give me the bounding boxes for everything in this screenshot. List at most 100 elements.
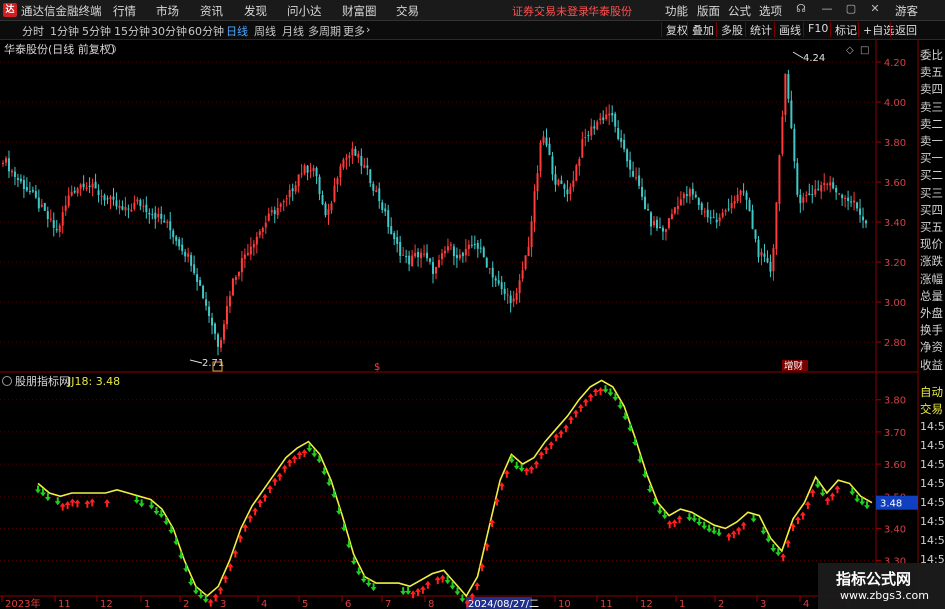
candle-body: [679, 199, 682, 206]
candle-body: [437, 260, 440, 268]
side-panel-label: 卖五: [920, 65, 943, 80]
candle-body: [763, 253, 766, 257]
candle-body: [243, 254, 246, 259]
candle-body: [115, 200, 118, 207]
period-more[interactable]: 更多: [343, 23, 365, 39]
menu-options[interactable]: 选项: [759, 3, 782, 19]
candle-body: [467, 244, 470, 250]
period-daily[interactable]: 日线: [226, 23, 248, 39]
candle-body: [865, 220, 868, 224]
candle-body: [664, 229, 667, 232]
candle-body: [172, 230, 175, 238]
menu-wealth[interactable]: 财富圈: [342, 3, 377, 19]
trade-toggle[interactable]: 交易: [920, 401, 943, 417]
close-icon[interactable]: ✕: [868, 2, 882, 16]
candle-body: [133, 202, 136, 209]
candle-body: [841, 194, 844, 199]
period-monthly[interactable]: 月线: [282, 23, 304, 39]
period-60min[interactable]: 60分钟: [188, 23, 224, 39]
menu-layout[interactable]: 版面: [697, 3, 720, 19]
menu-market[interactable]: 市场: [156, 3, 179, 19]
menu-ask[interactable]: 问小达: [287, 3, 322, 19]
toolbar-multi-button[interactable]: 多股: [716, 22, 743, 37]
broker-name: 华泰股份: [588, 5, 632, 18]
candle-body: [593, 126, 596, 129]
menu-formula[interactable]: 公式: [728, 3, 751, 19]
period-30min[interactable]: 30分钟: [151, 23, 187, 39]
candle-body: [608, 113, 611, 116]
candle-body: [542, 136, 545, 143]
period-1min[interactable]: 1分钟: [50, 23, 79, 39]
candle-body: [667, 218, 670, 229]
headset-icon[interactable]: ☊: [794, 2, 808, 16]
candle-body: [476, 242, 479, 249]
candle-body: [533, 191, 536, 223]
candle-body: [730, 203, 733, 209]
candle-body: [452, 246, 455, 257]
toolbar-mark-button[interactable]: 标记: [830, 22, 857, 37]
tick-time-label: 14:56: [920, 496, 945, 509]
candle-body: [673, 207, 676, 214]
toolbar-stats-button[interactable]: 统计: [745, 22, 772, 37]
auto-toggle[interactable]: 自动: [920, 384, 943, 400]
candle-body: [500, 282, 503, 290]
toolbar-f10-button[interactable]: F10: [803, 22, 828, 37]
candle-body: [417, 252, 420, 258]
candle-body: [181, 244, 184, 252]
candle-body: [709, 217, 712, 219]
period-weekly[interactable]: 周线: [254, 23, 276, 39]
candle-body: [16, 178, 19, 180]
candle-body: [727, 208, 730, 210]
candle-body: [300, 173, 303, 175]
period-5min[interactable]: 5分钟: [82, 23, 111, 39]
candle-body: [599, 118, 602, 121]
toolbar-watchlist-button[interactable]: +自选: [858, 22, 894, 37]
period-multi[interactable]: 多周期: [308, 23, 341, 39]
candle-body: [566, 189, 569, 195]
candle-body: [655, 219, 658, 229]
candle-body: [641, 187, 644, 197]
period-timeshare[interactable]: 分时: [22, 23, 44, 39]
toolbar-overlay-button[interactable]: 叠加: [687, 22, 714, 37]
candle-body: [184, 251, 187, 257]
candle-body: [327, 209, 330, 215]
chevron-right-icon[interactable]: ›: [366, 23, 370, 36]
price-tick-label: 3.60: [884, 178, 906, 189]
candle-body: [202, 285, 205, 299]
candle-body: [581, 139, 584, 158]
minimize-icon[interactable]: —: [820, 2, 834, 16]
candle-body: [82, 183, 85, 188]
candle-body: [393, 232, 396, 240]
candle-body: [503, 288, 506, 295]
menu-news[interactable]: 资讯: [200, 3, 223, 19]
maximize-icon[interactable]: ▢: [844, 2, 858, 16]
candle-body: [291, 188, 294, 192]
menu-discover[interactable]: 发现: [244, 3, 267, 19]
candle-body: [560, 180, 563, 184]
candle-body: [548, 143, 551, 156]
candle-body: [835, 187, 838, 193]
chart-area[interactable]: 2.803.003.203.403.603.804.004.203.303.40…: [0, 40, 945, 609]
menu-trade[interactable]: 交易: [396, 3, 419, 19]
toolbar-adjust-button[interactable]: 复权: [661, 22, 688, 37]
menu-quotes[interactable]: 行情: [113, 3, 136, 19]
period-bar: 分时 1分钟 5分钟 15分钟 30分钟 60分钟 日线 周线 月线 多周期 更…: [0, 21, 945, 40]
candle-body: [859, 208, 862, 215]
candle-body: [297, 174, 300, 187]
toolbar-back-button[interactable]: 返回: [890, 22, 917, 37]
period-15min[interactable]: 15分钟: [114, 23, 150, 39]
toolbar-draw-button[interactable]: 画线: [774, 22, 801, 37]
price-tick-label: 3.40: [884, 218, 906, 229]
guest-label[interactable]: 游客: [895, 3, 918, 19]
time-tick-label: 1: [144, 599, 150, 609]
candle-body: [190, 255, 193, 266]
candle-body: [724, 210, 727, 212]
menu-function[interactable]: 功能: [665, 3, 688, 19]
candle-body: [324, 203, 327, 216]
login-warning[interactable]: 证券交易未登录: [512, 3, 589, 19]
candle-body: [429, 258, 432, 262]
candle-body: [58, 225, 61, 232]
side-panel-label: 买五: [920, 220, 943, 234]
candle-body: [414, 253, 417, 257]
candle-body: [285, 198, 288, 200]
